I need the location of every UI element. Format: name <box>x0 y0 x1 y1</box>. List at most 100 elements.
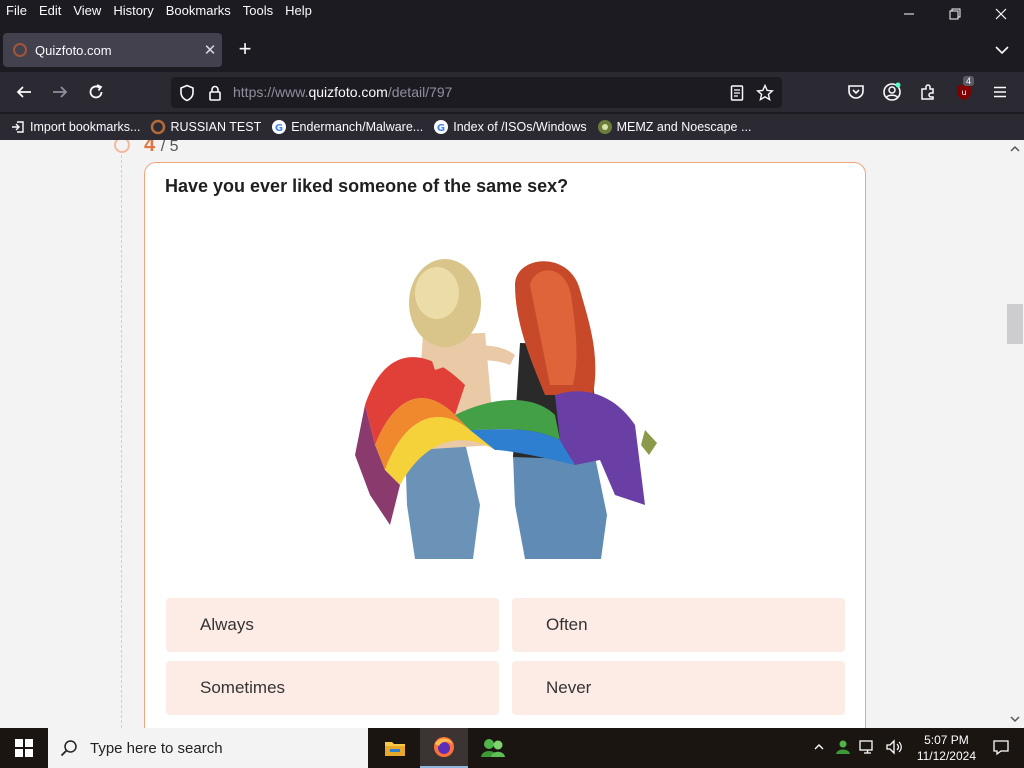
bookmark-import[interactable]: Import bookmarks... <box>10 116 140 138</box>
people-icon <box>481 739 505 757</box>
menu-edit[interactable]: Edit <box>33 0 67 26</box>
bookmark-isos-windows[interactable]: G Index of /ISOs/Windows <box>433 116 587 138</box>
bookmark-label: MEMZ and Noescape ... <box>616 120 752 134</box>
menu-view[interactable]: View <box>67 0 107 26</box>
people-tray-icon[interactable] <box>835 739 851 758</box>
address-bar[interactable]: https://www.quizfoto.com/detail/797 <box>171 77 782 108</box>
network-icon[interactable] <box>859 739 877 758</box>
pocket-icon <box>848 85 864 99</box>
bookmark-label: Import bookmarks... <box>30 120 141 134</box>
window-controls <box>886 0 1024 30</box>
show-hidden-icons-chevron-icon[interactable] <box>813 741 825 756</box>
volume-icon[interactable] <box>885 738 903 758</box>
question-text: Have you ever liked someone of the same … <box>165 176 569 196</box>
minimize-icon <box>904 13 914 15</box>
clock-time: 5:07 PM <box>924 733 969 747</box>
question-illustration <box>355 259 657 559</box>
bookmark-russian-test[interactable]: RUSSIAN TEST <box>150 116 261 138</box>
tracking-protection-shield-icon[interactable] <box>177 83 197 103</box>
url-text: https://www.quizfoto.com/detail/797 <box>233 84 453 100</box>
tab-strip: Quizfoto.com ✕ + <box>0 30 1024 70</box>
bookmark-label: RUSSIAN TEST <box>170 120 262 134</box>
site-icon <box>150 119 166 135</box>
answer-option-often[interactable]: Often <box>512 598 845 652</box>
search-placeholder: Type here to search <box>90 739 223 757</box>
minimize-button[interactable] <box>886 0 932 28</box>
taskbar-search-box[interactable]: Type here to search <box>48 728 368 768</box>
bookmark-label: Index of /ISOs/Windows <box>453 120 587 134</box>
extension-badge: 4 <box>963 76 975 86</box>
account-button[interactable] <box>878 78 906 106</box>
reload-icon <box>89 84 103 99</box>
new-tab-button[interactable]: + <box>233 36 257 64</box>
list-all-tabs-button[interactable] <box>990 38 1014 62</box>
tab-quizfoto[interactable]: Quizfoto.com ✕ <box>3 33 222 67</box>
taskbar-chat-app[interactable] <box>469 728 517 768</box>
page-viewport: 4 / 5 Have you ever liked someone of the… <box>0 140 1024 728</box>
close-icon <box>995 8 1007 20</box>
scroll-down-arrow-icon[interactable] <box>1009 713 1021 725</box>
site-icon <box>597 119 613 135</box>
answer-option-never[interactable]: Never <box>512 661 845 715</box>
pocket-button[interactable] <box>842 78 870 106</box>
import-icon <box>10 119 26 135</box>
windows-taskbar: Type here to search 5:07 PM 11/12/2024 <box>0 728 1024 768</box>
scroll-up-arrow-icon[interactable] <box>1009 143 1021 155</box>
bookmarks-toolbar: Import bookmarks... RUSSIAN TEST G Ender… <box>0 114 1024 140</box>
menu-bookmarks[interactable]: Bookmarks <box>160 0 237 26</box>
menu-history[interactable]: History <box>107 0 159 26</box>
svg-text:G: G <box>275 123 283 134</box>
back-button[interactable] <box>10 78 38 106</box>
arrow-left-icon <box>16 86 31 98</box>
forward-button[interactable] <box>46 78 74 106</box>
google-icon: G <box>271 119 287 135</box>
notification-center-icon[interactable] <box>992 738 1010 759</box>
google-icon: G <box>433 119 449 135</box>
reader-view-icon[interactable] <box>727 83 747 103</box>
puzzle-icon <box>921 84 934 100</box>
menu-help[interactable]: Help <box>279 0 318 26</box>
clock-date: 11/12/2024 <box>916 749 976 763</box>
progress-total: / 5 <box>160 140 179 155</box>
menu-tools[interactable]: Tools <box>237 0 279 26</box>
svg-text:u: u <box>961 88 966 97</box>
app-menu-button[interactable] <box>986 78 1014 106</box>
menu-file[interactable]: File <box>0 0 33 26</box>
answer-option-sometimes[interactable]: Sometimes <box>166 661 499 715</box>
system-tray: 5:07 PM 11/12/2024 <box>807 728 1024 768</box>
taskbar-firefox[interactable] <box>420 728 468 768</box>
ublock-extension-button[interactable]: u 4 <box>950 76 978 106</box>
folder-icon <box>385 742 405 756</box>
bookmark-star-icon[interactable] <box>755 83 775 103</box>
hamburger-menu-icon <box>994 86 1006 98</box>
progress-current: 4 <box>144 140 156 156</box>
answer-option-always[interactable]: Always <box>166 598 499 652</box>
navigation-toolbar: https://www.quizfoto.com/detail/797 u 4 <box>0 72 1024 112</box>
restore-icon <box>949 8 961 20</box>
page-scrollbar[interactable] <box>1007 140 1024 728</box>
firefox-icon <box>434 737 454 757</box>
close-window-button[interactable] <box>978 0 1024 28</box>
bookmark-label: Endermanch/Malware... <box>291 120 424 134</box>
tab-title: Quizfoto.com <box>35 42 112 58</box>
lock-icon[interactable] <box>205 83 225 103</box>
menu-bar: File Edit View History Bookmarks Tools H… <box>0 0 1024 26</box>
reload-button[interactable] <box>82 78 110 106</box>
question-progress: 4 / 5 <box>144 140 178 157</box>
progress-timeline <box>121 140 122 728</box>
chevron-down-icon <box>995 46 1009 55</box>
scrollbar-thumb[interactable] <box>1007 304 1023 344</box>
question-card: Have you ever liked someone of the same … <box>144 162 866 728</box>
restore-button[interactable] <box>932 0 978 28</box>
timeline-dot <box>114 140 130 153</box>
windows-logo-icon <box>15 739 33 757</box>
extensions-button[interactable] <box>914 78 942 106</box>
bookmark-memz[interactable]: MEMZ and Noescape ... <box>597 116 752 138</box>
start-button[interactable] <box>0 728 48 768</box>
arrow-right-icon <box>53 86 68 98</box>
taskbar-clock[interactable]: 5:07 PM 11/12/2024 <box>917 732 976 764</box>
taskbar-file-explorer[interactable] <box>371 728 419 768</box>
bookmark-endermanch[interactable]: G Endermanch/Malware... <box>271 116 423 138</box>
site-favicon-icon <box>13 43 27 57</box>
tab-close-button[interactable]: ✕ <box>198 41 222 59</box>
